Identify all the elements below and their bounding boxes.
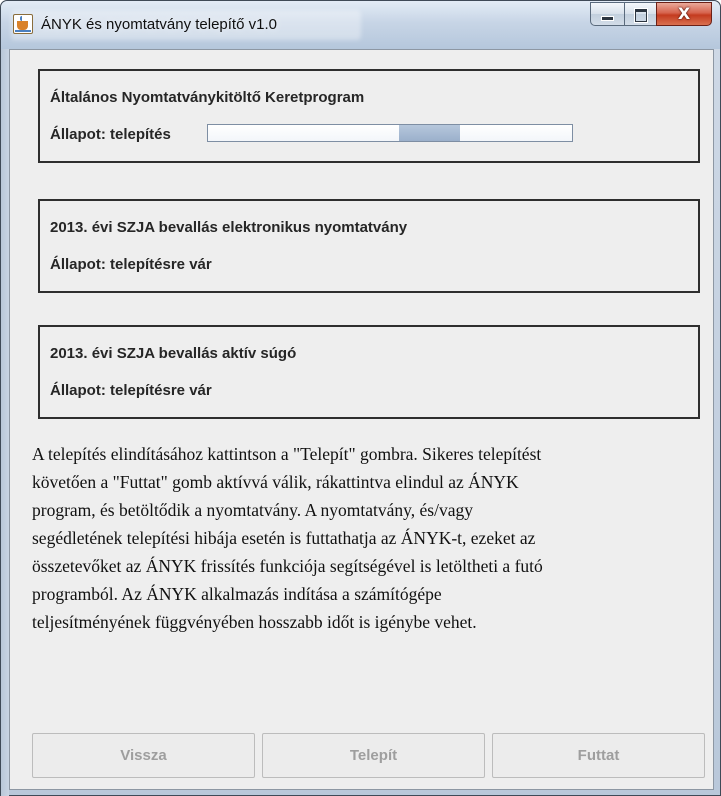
progress-indicator [399,125,460,141]
component-panel-form: 2013. évi SZJA bevallás elektronikus nyo… [38,199,700,293]
title-bar[interactable]: ÁNYK és nyomtatvány telepítő v1.0 X [1,1,720,49]
close-icon: X [677,4,691,23]
maximize-icon [635,9,647,22]
install-button[interactable]: Telepít [262,733,485,778]
component-panel-framework: Általános Nyomtatványkitöltő Keretprogra… [38,69,700,163]
component-name: 2013. évi SZJA bevallás elektronikus nyo… [50,219,408,236]
run-button[interactable]: Futtat [492,733,705,778]
minimize-icon [602,17,613,20]
maximize-button[interactable] [624,2,656,26]
client-area: Általános Nyomtatványkitöltő Keretprogra… [9,49,714,790]
installer-window: ÁNYK és nyomtatvány telepítő v1.0 X Álta… [0,0,721,796]
component-name: Általános Nyomtatványkitöltő Keretprogra… [50,89,365,106]
window-controls: X [590,2,712,26]
window-frame-left [1,49,9,796]
component-status: Állapot: telepítésre vár [50,256,212,273]
component-status: Állapot: telepítés [50,126,171,143]
component-name: 2013. évi SZJA bevallás aktív súgó [50,345,297,362]
component-panel-help: 2013. évi SZJA bevallás aktív súgó Állap… [38,325,700,419]
window-title: ÁNYK és nyomtatvány telepítő v1.0 [41,16,277,33]
install-progress-bar [207,124,573,142]
minimize-button[interactable] [590,2,624,26]
java-cup-icon[interactable] [13,14,33,34]
close-button[interactable]: X [656,2,712,26]
component-status: Állapot: telepítésre vár [50,382,212,399]
back-button[interactable]: Vissza [32,733,255,778]
instructions-text: A telepítés elindításához kattintson a "… [32,444,543,632]
